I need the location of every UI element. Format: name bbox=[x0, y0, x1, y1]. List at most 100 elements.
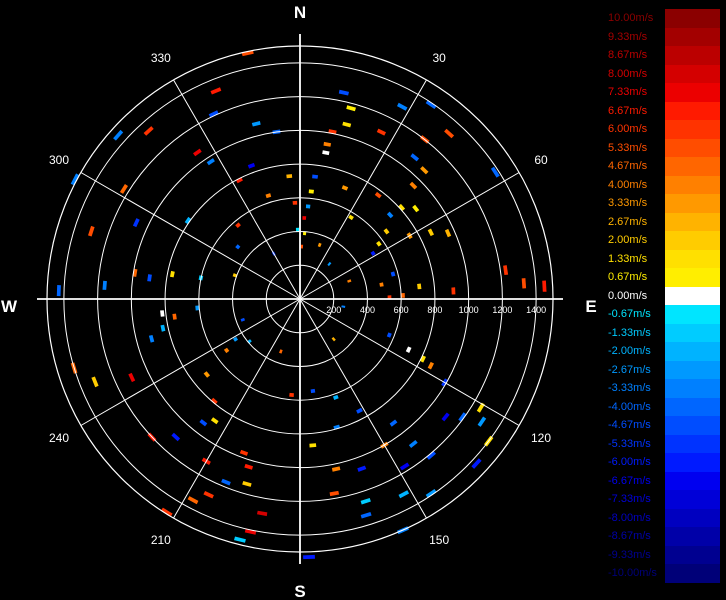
velocity-gate bbox=[292, 200, 298, 205]
colorbar-label: 0.00m/s bbox=[608, 289, 648, 302]
velocity-gate bbox=[309, 443, 317, 448]
velocity-gate bbox=[310, 388, 316, 394]
colorbar-label: -4.67m/s bbox=[608, 419, 651, 431]
colorbar-swatch bbox=[665, 434, 720, 453]
colorbar-row: -10.00m/s bbox=[608, 564, 720, 583]
azimuth-label: 240 bbox=[49, 431, 69, 445]
velocity-gate bbox=[417, 283, 422, 290]
colorbar-row: -8.67m/s bbox=[608, 527, 720, 546]
colorbar-row: 0.67m/s bbox=[608, 268, 720, 287]
colorbar-row: -9.33m/s bbox=[608, 545, 720, 564]
colorbar-row: 7.33m/s bbox=[608, 83, 720, 102]
colorbar-row: -6.67m/s bbox=[608, 471, 720, 490]
colorbar-label: -8.00m/s bbox=[608, 511, 651, 524]
azimuth-spoke bbox=[80, 172, 301, 300]
colorbar-swatch bbox=[665, 286, 720, 305]
colorbar-swatch bbox=[665, 138, 720, 157]
velocity-gate bbox=[240, 317, 245, 322]
range-tick-label: 800 bbox=[427, 305, 442, 315]
velocity-gate bbox=[308, 189, 314, 194]
colorbar-row: -4.67m/s bbox=[608, 416, 720, 435]
velocity-gate bbox=[193, 148, 202, 157]
colorbar-label: -0.67m/s bbox=[608, 308, 651, 320]
colorbar-swatch bbox=[665, 397, 720, 416]
velocity-gate bbox=[305, 204, 311, 209]
velocity-gate bbox=[374, 191, 382, 199]
velocity-gate bbox=[398, 490, 410, 499]
velocity-gate bbox=[119, 184, 128, 194]
colorbar-row: 6.00m/s bbox=[608, 120, 720, 139]
colorbar-row: -6.00m/s bbox=[608, 453, 720, 472]
velocity-gate bbox=[542, 280, 547, 292]
velocity-gate bbox=[312, 174, 319, 179]
colorbar-label: 8.67m/s bbox=[608, 49, 648, 61]
colorbar-swatch bbox=[665, 120, 720, 139]
velocity-gate bbox=[132, 218, 140, 228]
azimuth-label: 210 bbox=[151, 533, 171, 547]
colorbar-swatch bbox=[665, 416, 720, 435]
colorbar-swatch bbox=[665, 46, 720, 65]
colorbar-row: 10.00m/s bbox=[608, 9, 720, 28]
colorbar-label: 1.33m/s bbox=[608, 252, 648, 265]
velocity-gate bbox=[425, 100, 437, 109]
colorbar-swatch bbox=[665, 268, 720, 287]
velocity-gate bbox=[333, 394, 339, 400]
velocity-gate bbox=[376, 128, 386, 136]
velocity-gate bbox=[143, 126, 154, 136]
velocity-gate bbox=[451, 287, 456, 295]
velocity-gate bbox=[410, 153, 420, 162]
velocity-gate bbox=[399, 462, 410, 471]
azimuth-label: 330 bbox=[151, 51, 171, 65]
colorbar-row: -2.00m/s bbox=[608, 342, 720, 361]
velocity-gate bbox=[234, 536, 246, 543]
velocity-gate bbox=[147, 274, 152, 282]
velocity-gate bbox=[386, 211, 394, 219]
polar-radial-velocity-chart: N S E W 200 400 600 800 1000 1200 1400 30 60 120 1… bbox=[1, 3, 597, 600]
compass-east: E bbox=[585, 297, 596, 316]
colorbar-swatch bbox=[665, 212, 720, 231]
velocity-gate bbox=[113, 129, 124, 141]
azimuth-label: 150 bbox=[429, 533, 449, 547]
colorbar-swatch bbox=[665, 564, 720, 583]
velocity-gate bbox=[187, 496, 199, 505]
velocity-gate bbox=[56, 285, 61, 297]
velocity-gate bbox=[356, 407, 363, 414]
colorbar-label: -9.33m/s bbox=[608, 548, 651, 561]
velocity-gate bbox=[295, 227, 300, 232]
velocity-gate bbox=[386, 332, 392, 338]
azimuth-spoke bbox=[299, 298, 427, 519]
velocity-gate bbox=[390, 271, 396, 277]
velocity-gate bbox=[251, 121, 261, 127]
colorbar-swatch bbox=[665, 9, 720, 28]
velocity-gate bbox=[91, 376, 99, 388]
azimuth-spoke bbox=[80, 298, 301, 426]
velocity-gate bbox=[420, 166, 429, 175]
velocity-gate bbox=[376, 240, 382, 247]
velocity-gate bbox=[476, 402, 485, 413]
velocity-gate bbox=[412, 204, 420, 213]
colorbar-row: -2.67m/s bbox=[608, 360, 720, 379]
colorbar-row: 0.00m/s bbox=[608, 286, 720, 305]
polar-grid bbox=[37, 34, 563, 564]
azimuth-label: 300 bbox=[49, 153, 69, 167]
velocity-gate bbox=[160, 324, 166, 332]
velocity-gate bbox=[521, 278, 527, 289]
velocity-gate bbox=[265, 193, 272, 199]
velocity-gate bbox=[199, 419, 208, 427]
colorbar-swatch bbox=[665, 64, 720, 83]
colorbar-row: -1.33m/s bbox=[608, 323, 720, 342]
range-tick-label: 600 bbox=[394, 305, 409, 315]
velocity-gate bbox=[477, 416, 487, 427]
colorbar-label: 5.33m/s bbox=[608, 141, 648, 154]
colorbar-row: -8.00m/s bbox=[608, 508, 720, 527]
colorbar-swatch bbox=[665, 249, 720, 268]
velocity-gate bbox=[347, 279, 352, 283]
range-tick-label: 400 bbox=[360, 305, 375, 315]
velocity-gate bbox=[221, 478, 231, 486]
colorbar-row: 3.33m/s bbox=[608, 194, 720, 213]
colorbar-swatch bbox=[665, 342, 720, 361]
velocity-gate bbox=[360, 512, 372, 519]
velocity-gate bbox=[286, 174, 293, 179]
colorbar-label: 7.33m/s bbox=[608, 86, 648, 98]
colorbar-label: -8.67m/s bbox=[608, 530, 651, 542]
